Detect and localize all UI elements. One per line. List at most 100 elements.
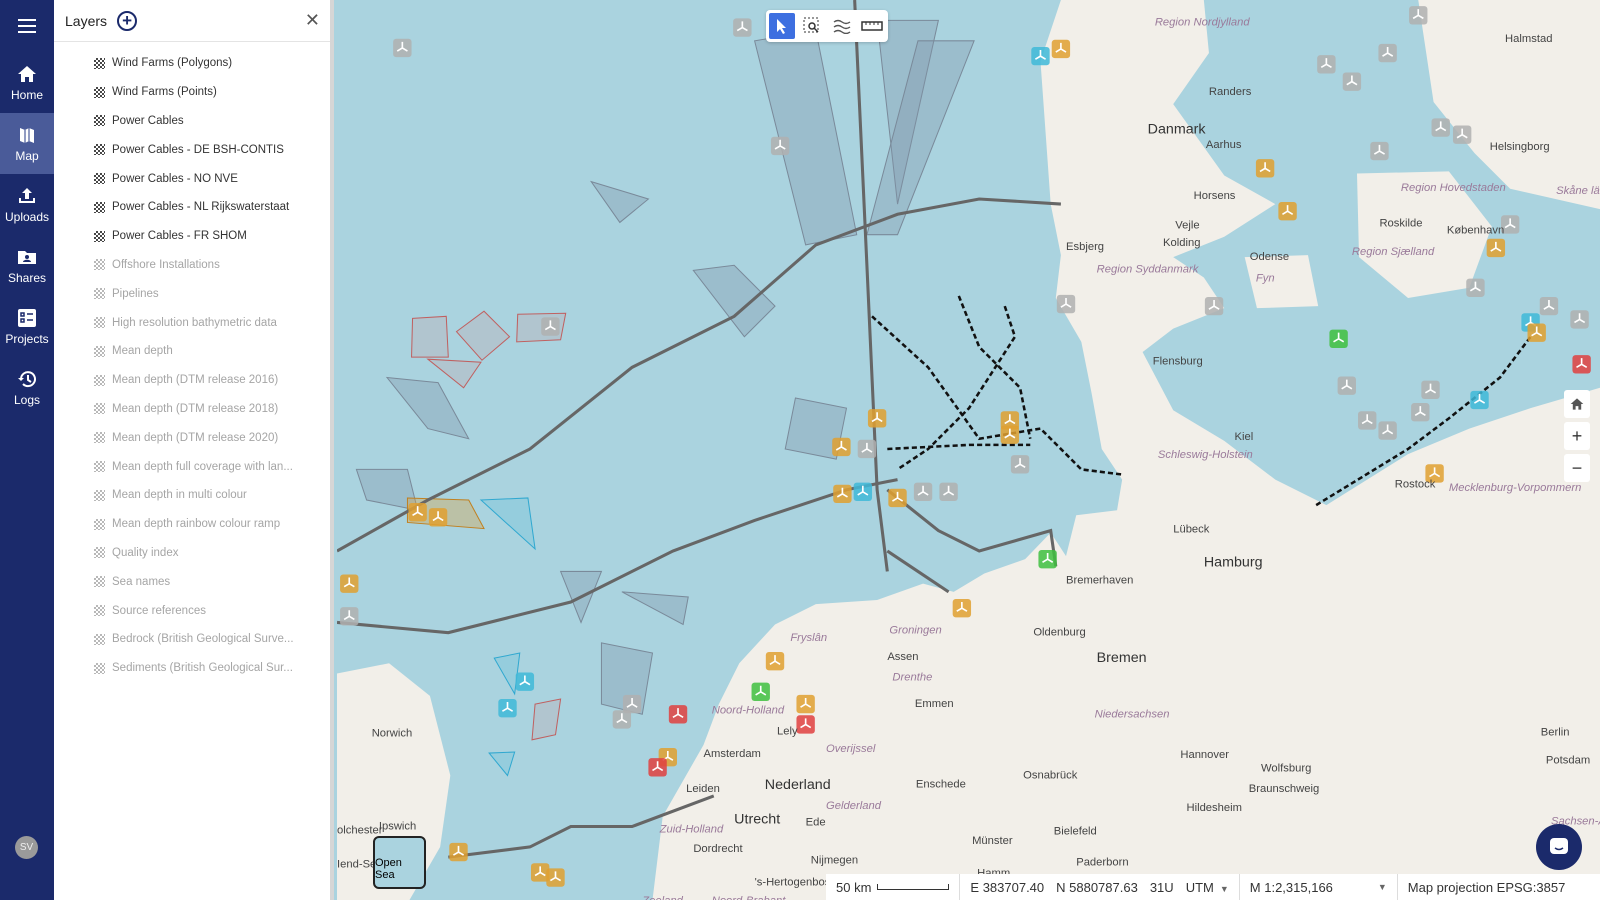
layer-toggle-icon[interactable]: [94, 461, 105, 473]
wind-farm-marker[interactable]: [1317, 55, 1336, 74]
wind-farm-marker[interactable]: [1031, 46, 1050, 66]
nav-item-projects[interactable]: Projects: [0, 296, 54, 357]
wind-farm-marker[interactable]: [1342, 72, 1362, 91]
wind-farm-marker[interactable]: [1337, 376, 1356, 395]
layer-toggle-icon[interactable]: [94, 489, 105, 501]
nav-item-shares[interactable]: Shares: [0, 235, 54, 296]
wind-farm-marker[interactable]: [1431, 118, 1450, 137]
wind-farm-marker[interactable]: [1409, 6, 1428, 25]
wind-farm-marker[interactable]: [1570, 310, 1589, 329]
layer-item[interactable]: High resolution bathymetric data: [54, 308, 330, 337]
wind-farm-marker[interactable]: [888, 488, 907, 508]
nav-item-logs[interactable]: Logs: [0, 357, 54, 418]
wind-farm-marker[interactable]: [668, 705, 688, 724]
wave-tool-button[interactable]: [829, 13, 855, 39]
layer-item[interactable]: Wind Farms (Polygons): [54, 49, 330, 78]
layer-item[interactable]: Mean depth full coverage with lan...: [54, 452, 330, 481]
layer-toggle-icon[interactable]: [94, 57, 105, 69]
wind-farm-marker[interactable]: [1358, 411, 1377, 430]
wind-farm-polygon[interactable]: [411, 315, 449, 358]
layer-item[interactable]: Power Cables - NL Rijkswaterstaat: [54, 193, 330, 222]
layer-item[interactable]: Offshore Installations: [54, 251, 330, 280]
layer-toggle-icon[interactable]: [94, 201, 105, 213]
basemap-switcher-button[interactable]: Open Sea: [373, 836, 426, 889]
layer-toggle-icon[interactable]: [94, 403, 105, 415]
layer-item[interactable]: Source references: [54, 596, 330, 625]
wind-farm-marker[interactable]: [796, 694, 815, 714]
map-scale-select[interactable]: M 1:2,315,166 ▼: [1240, 874, 1398, 900]
layer-item[interactable]: Mean depth (DTM release 2020): [54, 423, 330, 452]
wind-farm-marker[interactable]: [1539, 296, 1559, 316]
layer-item[interactable]: Pipelines: [54, 279, 330, 308]
layer-toggle-icon[interactable]: [94, 173, 105, 185]
wind-farm-marker[interactable]: [1255, 159, 1275, 178]
layer-toggle-icon[interactable]: [94, 547, 105, 559]
layer-toggle-icon[interactable]: [94, 605, 105, 617]
layer-toggle-icon[interactable]: [94, 576, 105, 588]
layer-item[interactable]: Sea names: [54, 567, 330, 596]
layer-item[interactable]: Power Cables - NO NVE: [54, 164, 330, 193]
layer-item[interactable]: Mean depth in multi colour: [54, 481, 330, 510]
layer-item[interactable]: Wind Farms (Points): [54, 78, 330, 107]
map-svg[interactable]: Danmark Region Nordjylland Randers Aarhus Ho…: [337, 0, 1600, 900]
layer-item[interactable]: Sediments (British Geological Sur...: [54, 654, 330, 683]
layer-toggle-icon[interactable]: [94, 288, 105, 300]
layer-toggle-icon[interactable]: [94, 317, 105, 329]
layer-item[interactable]: Power Cables - FR SHOM: [54, 222, 330, 251]
layer-item[interactable]: Bedrock (British Geological Surve...: [54, 625, 330, 654]
wind-farm-marker[interactable]: [939, 482, 958, 502]
box-select-button[interactable]: [799, 13, 825, 39]
wind-farm-marker[interactable]: [1370, 141, 1389, 161]
layer-item[interactable]: Mean depth (DTM release 2018): [54, 395, 330, 424]
wind-farm-marker[interactable]: [541, 317, 560, 336]
wind-farm-marker[interactable]: [340, 574, 359, 593]
wind-farm-marker[interactable]: [1486, 238, 1506, 258]
user-avatar[interactable]: SV: [15, 836, 38, 859]
wind-farm-marker[interactable]: [1278, 202, 1297, 221]
wind-farm-marker[interactable]: [408, 503, 427, 522]
home-extent-button[interactable]: [1564, 390, 1590, 418]
wind-farm-marker[interactable]: [857, 439, 877, 459]
wind-farm-marker[interactable]: [498, 698, 517, 718]
wind-farm-marker[interactable]: [751, 682, 770, 702]
layer-item[interactable]: Power Cables: [54, 107, 330, 136]
layer-toggle-icon[interactable]: [94, 518, 105, 530]
wind-farm-marker[interactable]: [1452, 125, 1472, 144]
wind-farm-marker[interactable]: [853, 482, 873, 502]
wind-farm-marker[interactable]: [1056, 294, 1076, 314]
layer-item[interactable]: Mean depth: [54, 337, 330, 366]
wind-farm-marker[interactable]: [393, 38, 412, 58]
crs-select[interactable]: UTM ▼: [1186, 880, 1229, 895]
zoom-out-button[interactable]: −: [1564, 454, 1590, 482]
nav-item-map[interactable]: Map: [0, 113, 54, 174]
wind-farm-marker[interactable]: [1000, 425, 1020, 444]
wind-farm-marker[interactable]: [796, 715, 815, 734]
wind-farm-marker[interactable]: [546, 868, 565, 887]
wind-farm-marker[interactable]: [1051, 39, 1071, 59]
nav-item-uploads[interactable]: Uploads: [0, 174, 54, 235]
wind-farm-marker[interactable]: [1329, 329, 1348, 348]
wind-farm-marker[interactable]: [833, 484, 852, 504]
chat-support-button[interactable]: [1536, 824, 1582, 870]
wind-farm-marker[interactable]: [340, 607, 359, 626]
wind-farm-marker[interactable]: [733, 18, 752, 37]
wind-farm-marker[interactable]: [1572, 355, 1591, 374]
wind-farm-marker[interactable]: [1038, 550, 1057, 569]
wind-farm-marker[interactable]: [612, 710, 632, 729]
layer-toggle-icon[interactable]: [94, 345, 105, 357]
wind-farm-marker[interactable]: [1466, 278, 1485, 297]
add-layer-button[interactable]: +: [117, 10, 138, 31]
layer-toggle-icon[interactable]: [94, 662, 105, 674]
layer-item[interactable]: Quality index: [54, 539, 330, 568]
wind-farm-marker[interactable]: [428, 508, 448, 527]
wind-farm-marker[interactable]: [765, 652, 785, 671]
layer-item[interactable]: Power Cables - DE BSH-CONTIS: [54, 135, 330, 164]
wind-farm-marker[interactable]: [952, 598, 972, 618]
measure-button[interactable]: [859, 13, 885, 39]
wind-farm-marker[interactable]: [1421, 380, 1440, 399]
close-panel-button[interactable]: ✕: [305, 10, 320, 31]
layer-toggle-icon[interactable]: [94, 86, 105, 98]
wind-farm-marker[interactable]: [1411, 403, 1430, 422]
wind-farm-marker[interactable]: [1010, 455, 1030, 474]
wind-farm-marker[interactable]: [1378, 43, 1397, 63]
